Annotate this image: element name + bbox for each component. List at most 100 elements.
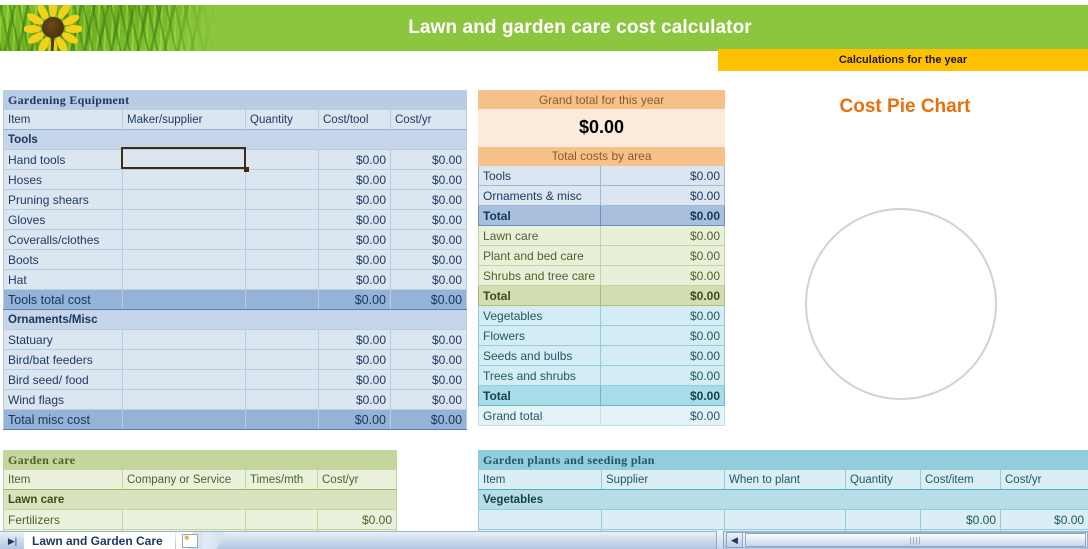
table-row: Boots $0.00 $0.00 bbox=[3, 249, 468, 270]
cell-cost-per-year[interactable]: $0.00 bbox=[389, 369, 468, 390]
cell-supplier[interactable] bbox=[601, 509, 725, 530]
cell-supplier[interactable] bbox=[122, 229, 246, 250]
cell-cost-per-year[interactable]: $0.00 bbox=[389, 169, 468, 190]
cell-cost-per-tool[interactable]: $0.00 bbox=[318, 349, 391, 370]
cell-quantity[interactable] bbox=[245, 229, 319, 250]
cell-item[interactable]: Bird/bat feeders bbox=[3, 349, 123, 370]
summary-label: Plant and bed care bbox=[478, 245, 601, 266]
cell-item[interactable]: Wind flags bbox=[3, 389, 123, 410]
horizontal-split-handle[interactable] bbox=[716, 531, 724, 549]
cell-cost-per-tool[interactable]: $0.00 bbox=[318, 189, 391, 210]
cell-cost-per-year[interactable]: $0.00 bbox=[389, 149, 468, 170]
cell-cost-per-tool[interactable]: $0.00 bbox=[318, 229, 391, 250]
cell-item[interactable]: Pruning shears bbox=[3, 189, 123, 210]
cell-cost-per-year[interactable]: $0.00 bbox=[389, 269, 468, 290]
group-header-row: Ornaments/Misc bbox=[2, 309, 468, 330]
cell-quantity[interactable] bbox=[245, 329, 319, 350]
cell-cost-per-tool[interactable]: $0.00 bbox=[318, 369, 391, 390]
summary-label: Vegetables bbox=[478, 305, 601, 326]
summary-value: $0.00 bbox=[599, 285, 726, 306]
cell-cost-per-year[interactable]: $0.00 bbox=[389, 209, 468, 230]
summary-row: Seeds and bulbs $0.00 bbox=[478, 345, 726, 366]
section-title: Gardening Equipment bbox=[2, 90, 468, 110]
cell-item[interactable]: Hoses bbox=[3, 169, 123, 190]
table-row: Hat $0.00 $0.00 bbox=[3, 269, 468, 290]
sunflower-photo bbox=[0, 5, 218, 51]
cell-supplier[interactable] bbox=[122, 349, 246, 370]
summary-row: Flowers $0.00 bbox=[478, 325, 726, 346]
cell-times-per-month[interactable] bbox=[245, 509, 318, 530]
cell-supplier[interactable] bbox=[122, 189, 246, 210]
cell-when-to-plant[interactable] bbox=[724, 509, 846, 530]
cell-quantity[interactable] bbox=[245, 349, 319, 370]
column-header: Quantity bbox=[845, 469, 921, 490]
cell-cost-per-year[interactable]: $0.00 bbox=[316, 509, 398, 530]
cell-item[interactable]: Boots bbox=[3, 249, 123, 270]
cell-cost-per-tool[interactable]: $0.00 bbox=[318, 209, 391, 230]
cell-quantity[interactable] bbox=[245, 369, 319, 390]
cell-item[interactable] bbox=[478, 509, 602, 530]
summary-label: Lawn care bbox=[478, 225, 601, 246]
cell-cost-per-year[interactable]: $0.00 bbox=[999, 509, 1088, 530]
summary-value: $0.00 bbox=[599, 385, 726, 406]
cell-quantity[interactable] bbox=[845, 509, 921, 530]
cell-cost-per-tool[interactable]: $0.00 bbox=[318, 169, 391, 190]
selected-cell-hand-tools-supplier[interactable] bbox=[121, 147, 249, 172]
cell-item[interactable]: Coveralls/clothes bbox=[3, 229, 123, 250]
cell-company-or-service[interactable] bbox=[122, 509, 246, 530]
cell-item[interactable]: Bird seed/ food bbox=[3, 369, 123, 390]
total-row: Tools total cost $0.00 $0.00 bbox=[3, 289, 468, 310]
fill-handle[interactable] bbox=[244, 167, 249, 172]
summary-row: Lawn care $0.00 bbox=[478, 225, 726, 246]
cell-quantity[interactable] bbox=[245, 149, 319, 170]
chart-title: Cost Pie Chart bbox=[839, 96, 971, 117]
cell-supplier[interactable] bbox=[122, 249, 246, 270]
cell-cost-per-year[interactable]: $0.00 bbox=[389, 189, 468, 210]
cell-cost-per-tool[interactable]: $0.00 bbox=[318, 389, 391, 410]
cell-quantity[interactable] bbox=[245, 209, 319, 230]
cell-cost-per-year[interactable]: $0.00 bbox=[389, 389, 468, 410]
cell-supplier[interactable] bbox=[122, 389, 246, 410]
column-header: Supplier bbox=[601, 469, 725, 490]
cell-supplier[interactable] bbox=[122, 209, 246, 230]
cell-item[interactable]: Hat bbox=[3, 269, 123, 290]
cell-cost-per-tool[interactable]: $0.00 bbox=[318, 149, 391, 170]
summary-row: Trees and shrubs $0.00 bbox=[478, 365, 726, 386]
cell-supplier[interactable] bbox=[122, 269, 246, 290]
cell-item[interactable]: Fertilizers bbox=[3, 509, 123, 530]
horizontal-scroll-thumb[interactable]: |||| bbox=[745, 533, 1086, 547]
scroll-left-arrow-icon[interactable]: ◀ bbox=[726, 532, 743, 548]
cell-cost-per-tool[interactable]: $0.00 bbox=[318, 269, 391, 290]
section-title: Garden care bbox=[2, 450, 398, 470]
cell-supplier[interactable] bbox=[122, 169, 246, 190]
group-label: Lawn care bbox=[2, 489, 398, 510]
nav-last-sheet-icon[interactable]: ▶| bbox=[5, 535, 20, 548]
summary-value: $0.00 bbox=[599, 225, 726, 246]
cell-supplier[interactable] bbox=[122, 329, 246, 350]
cell-item[interactable]: Gloves bbox=[3, 209, 123, 230]
summary-label: Grand total bbox=[478, 405, 601, 426]
cell-quantity[interactable] bbox=[245, 389, 319, 410]
cell-cost-per-tool[interactable]: $0.00 bbox=[318, 329, 391, 350]
column-header: Maker/supplier bbox=[122, 109, 246, 130]
cell-cost-per-year[interactable]: $0.00 bbox=[389, 349, 468, 370]
cell-item[interactable]: Statuary bbox=[3, 329, 123, 350]
sheet-tab-lawn-and-garden-care[interactable]: Lawn and Garden Care bbox=[24, 532, 175, 549]
cell-cost-per-year[interactable]: $0.00 bbox=[389, 329, 468, 350]
table-row: Wind flags $0.00 $0.00 bbox=[3, 389, 468, 410]
cell-quantity[interactable] bbox=[245, 189, 319, 210]
cell-cost-per-tool[interactable]: $0.00 bbox=[318, 249, 391, 270]
cell-quantity[interactable] bbox=[245, 269, 319, 290]
group-header-row: Vegetables bbox=[477, 489, 1088, 510]
cell-cost-per-year[interactable]: $0.00 bbox=[389, 249, 468, 270]
summary-label: Shrubs and tree care bbox=[478, 265, 601, 286]
sunflower-icon bbox=[24, 5, 82, 51]
cell-item[interactable]: Hand tools bbox=[3, 149, 123, 170]
cell-quantity[interactable] bbox=[245, 169, 319, 190]
cell-cost-per-item[interactable]: $0.00 bbox=[920, 509, 1001, 530]
table-row: Coveralls/clothes $0.00 $0.00 bbox=[3, 229, 468, 250]
sheet-tab-skew-2 bbox=[203, 532, 225, 549]
cell-supplier[interactable] bbox=[122, 369, 246, 390]
cell-quantity[interactable] bbox=[245, 249, 319, 270]
cell-cost-per-year[interactable]: $0.00 bbox=[389, 229, 468, 250]
